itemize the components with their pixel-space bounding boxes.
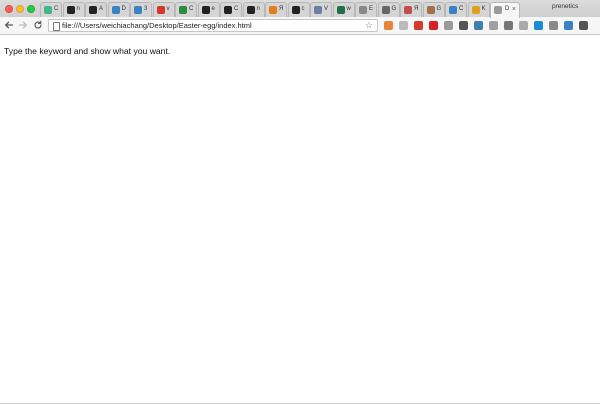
tab[interactable]: Я <box>265 2 287 17</box>
tab[interactable]: n <box>242 2 265 17</box>
tab[interactable]: D <box>107 2 130 17</box>
github-icon <box>89 6 97 14</box>
window-minimize-button[interactable] <box>16 5 24 13</box>
tab[interactable]: c <box>287 2 310 17</box>
info-icon[interactable] <box>489 21 498 30</box>
tab-title: w <box>346 6 351 12</box>
tab[interactable]: C <box>220 2 242 17</box>
reload-icon <box>34 20 42 29</box>
page-message: Type the keyword and show what you want. <box>4 46 171 56</box>
tab[interactable]: A <box>85 2 107 17</box>
globe-icon <box>111 6 120 14</box>
globe-icon <box>134 6 142 14</box>
tab[interactable]: G <box>377 2 400 17</box>
address-bar[interactable]: file:///Users/weichiachang/Desktop/Easte… <box>48 19 378 32</box>
tab-title: Я <box>279 6 284 12</box>
tab-title: Я <box>414 6 419 12</box>
bookmark-star-icon[interactable]: ☆ <box>365 20 373 31</box>
tab-title: e <box>211 6 215 12</box>
avatar-icon <box>426 6 435 14</box>
arrow-right-icon <box>18 21 27 29</box>
tab-title: n <box>256 6 260 12</box>
tab-title: D <box>505 6 510 12</box>
tab-title: 3 <box>144 6 148 12</box>
tab-title: A <box>99 6 104 12</box>
tab[interactable]: C <box>445 2 467 17</box>
hex-icon[interactable] <box>444 21 453 30</box>
tab[interactable]: 3 <box>130 2 152 17</box>
reload-button[interactable] <box>33 20 43 33</box>
menu-icon[interactable] <box>579 21 588 30</box>
circle-icon[interactable] <box>549 21 558 30</box>
tab-title: G <box>391 6 397 12</box>
github-icon <box>291 6 300 14</box>
tab-title: v <box>166 6 170 12</box>
arrow-left-icon <box>5 21 14 29</box>
tab[interactable]: C <box>40 2 62 17</box>
star-icon <box>471 6 480 14</box>
github-icon <box>246 6 255 14</box>
window-icon <box>359 6 367 14</box>
window-close-button[interactable] <box>5 5 13 13</box>
orange-icon <box>269 6 277 14</box>
tab-active[interactable]: D × <box>490 2 520 18</box>
tab[interactable]: w <box>332 2 355 17</box>
tab-title: n <box>76 6 80 12</box>
tab-title: D <box>121 6 126 12</box>
fox-icon[interactable] <box>384 21 393 30</box>
back-button[interactable] <box>4 20 14 33</box>
tab[interactable]: E <box>355 2 377 17</box>
s-icon[interactable] <box>534 21 543 30</box>
github-icon <box>66 6 75 14</box>
tab[interactable]: v <box>152 2 175 17</box>
tab[interactable]: K <box>467 2 490 17</box>
window-maximize-button[interactable] <box>27 5 35 13</box>
vue-icon[interactable] <box>474 21 483 30</box>
page-content: Type the keyword and show what you want. <box>0 35 600 404</box>
a-icon[interactable] <box>504 21 513 30</box>
tab-strip: Cn A D 3 v Ce Cn Яc Vw E G Я G C K D × prenetics <box>0 0 600 18</box>
page-icon <box>494 6 502 14</box>
tab-title: G <box>436 6 442 12</box>
tab-title: C <box>189 6 194 12</box>
github-icon <box>224 6 232 14</box>
page-icon <box>53 22 60 31</box>
opera-icon[interactable] <box>429 21 438 30</box>
leaf-icon <box>404 6 412 14</box>
tab-title: V <box>324 6 329 12</box>
vue-icon <box>44 6 52 14</box>
tab-title: c <box>301 6 305 12</box>
tab[interactable]: G <box>422 2 445 17</box>
tab[interactable]: n <box>62 2 85 17</box>
box-icon <box>156 6 165 14</box>
tab[interactable]: e <box>197 2 220 17</box>
tab-title: C <box>54 6 59 12</box>
grid-icon <box>336 6 345 14</box>
tab-title: K <box>481 6 486 12</box>
tab-list: Cn A D 3 v Ce Cn Яc Vw E G Я G C K D × <box>40 2 550 18</box>
tab[interactable]: Я <box>400 2 422 17</box>
doc-icon <box>314 6 322 14</box>
tab-title: C <box>459 6 464 12</box>
github-icon <box>201 6 210 14</box>
world-icon[interactable] <box>564 21 573 30</box>
rss-icon[interactable] <box>399 21 408 30</box>
close-tab-icon[interactable]: × <box>512 5 516 14</box>
cube-icon[interactable] <box>414 21 423 30</box>
forward-button[interactable] <box>18 20 28 33</box>
profile-button[interactable]: prenetics <box>552 2 578 12</box>
tab[interactable]: V <box>310 2 332 17</box>
toolbar: file:///Users/weichiachang/Desktop/Easte… <box>0 17 600 35</box>
dino-icon <box>179 6 187 14</box>
tab[interactable]: C <box>175 2 197 17</box>
code-icon <box>449 6 457 14</box>
url-text[interactable]: file:///Users/weichiachang/Desktop/Easte… <box>62 21 252 31</box>
translate-icon <box>381 6 390 14</box>
tab-title: E <box>369 6 374 12</box>
person-icon[interactable] <box>459 21 468 30</box>
browser-window: Cn A D 3 v Ce Cn Яc Vw E G Я G C K D × prenetics file://… <box>0 0 600 404</box>
tab-title: C <box>234 6 239 12</box>
box-icon[interactable] <box>519 21 528 30</box>
